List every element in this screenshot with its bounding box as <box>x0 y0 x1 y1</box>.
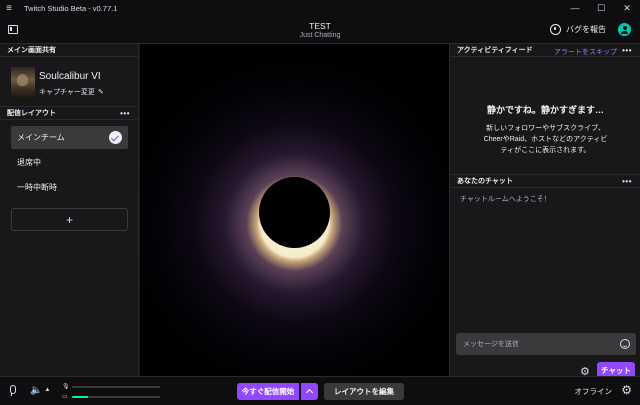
desktop-audio-icon: ▭ <box>62 394 68 400</box>
speaker-icon: 🔈 <box>30 385 43 396</box>
eclipse-image <box>259 177 330 248</box>
layout-title: 配信レイアウト <box>7 110 56 117</box>
bug-report-label: バグを報告 <box>566 25 606 34</box>
layout-item-paused[interactable]: 一時中断時 <box>11 176 128 199</box>
speaker-control[interactable]: 🔈 ▲ <box>30 385 50 396</box>
layout-item-label: 退席中 <box>17 158 41 167</box>
desktop-meter: ▭ <box>62 393 162 401</box>
desktop-meter-track <box>72 396 160 398</box>
stream-category: Just Chatting <box>299 32 341 39</box>
layout-more-icon[interactable]: ••• <box>120 109 130 118</box>
right-panel: アクティビティフィード アラートをスキップ ••• 静かですね。静かすぎます… … <box>449 44 640 379</box>
activity-more-icon[interactable]: ••• <box>622 46 632 55</box>
hamburger-menu-icon[interactable]: ≡ <box>0 0 18 16</box>
close-icon[interactable]: ✕ <box>614 0 640 16</box>
activity-feed: 静かですね。静かすぎます… 新しいフォロワーやサブスクライブ、 CheerやRa… <box>450 57 640 175</box>
mic-meter-track <box>72 386 160 388</box>
chat-title: あなたのチャット <box>457 178 513 185</box>
empty-feed-title: 静かですね。静かすぎます… <box>486 105 604 115</box>
audio-meters: 🎙 ▭ <box>62 382 162 402</box>
game-thumbnail <box>11 67 35 99</box>
plus-icon: + <box>65 212 73 227</box>
layout-item-main[interactable]: メインチーム <box>11 126 128 149</box>
pencil-icon: ✎ <box>97 89 104 96</box>
empty-feed-line: CheerやRaid、ホストなどのアクティビ <box>483 136 608 143</box>
change-capture-label: キャプチャー変更 <box>39 89 95 96</box>
settings-icon[interactable]: ⚙ <box>621 383 632 397</box>
layout-item-label: 一時中断時 <box>17 183 57 192</box>
activity-feed-header: アクティビティフィード アラートをスキップ ••• <box>450 44 640 57</box>
bug-report-button[interactable]: バグを報告 <box>550 24 606 35</box>
check-icon <box>109 131 122 144</box>
stream-header: TEST Just Chatting バグを報告 <box>0 16 640 44</box>
skip-alerts-link[interactable]: アラートをスキップ <box>554 47 617 57</box>
minimize-icon[interactable]: — <box>562 0 588 16</box>
chat-welcome-message: チャットルームへようこそ！ <box>460 196 551 203</box>
caret-up-icon: ▲ <box>44 387 51 393</box>
chat-panel: チャットルームへようこそ！ ⚙ チャット <box>450 188 640 388</box>
main-share-title: メイン画面共有 <box>7 47 56 54</box>
layout-list: メインチーム 退席中 一時中断時 + <box>0 120 138 231</box>
activity-feed-title: アクティビティフィード <box>457 47 533 54</box>
stream-status: オフライン <box>574 387 613 396</box>
user-avatar-icon[interactable] <box>618 23 631 36</box>
stream-info[interactable]: TEST Just Chatting <box>0 21 640 39</box>
title-bar: ≡ Twitch Studio Beta - v0.77.1 — ☐ ✕ <box>0 0 640 16</box>
edit-layout-button[interactable]: レイアウトを編集 <box>324 383 404 400</box>
go-live-button[interactable]: 今すぐ配信開始 <box>237 383 299 400</box>
layout-header: 配信レイアウト ••• <box>0 107 138 120</box>
chat-input[interactable] <box>456 333 616 355</box>
capture-source[interactable]: Soulcalibur VI キャプチャー変更 ✎ <box>0 57 138 107</box>
main-share-header: メイン画面共有 <box>0 44 138 57</box>
layout-item-label: メインチーム <box>17 133 65 142</box>
change-capture-link[interactable]: キャプチャー変更 ✎ <box>39 87 104 97</box>
stream-preview <box>140 44 449 376</box>
empty-feed-line: 新しいフォロワーやサブスクライブ、 <box>486 125 605 132</box>
game-name: Soulcalibur VI <box>39 71 101 82</box>
bug-report-icon <box>550 24 561 35</box>
chat-input-box <box>456 333 636 355</box>
desktop-meter-fill <box>72 396 88 398</box>
app-title: Twitch Studio Beta - v0.77.1 <box>24 3 118 13</box>
chat-header: あなたのチャット ••• <box>450 175 640 188</box>
window-controls: — ☐ ✕ <box>562 0 640 16</box>
go-live-options-icon[interactable] <box>301 383 318 400</box>
left-panel: メイン画面共有 Soulcalibur VI キャプチャー変更 ✎ 配信レイアウト… <box>0 44 139 376</box>
mic-small-icon: 🎙 <box>62 384 70 390</box>
empty-feed-description: 新しいフォロワーやサブスクライブ、 CheerやRaid、ホストなどのアクティビ… <box>450 123 640 156</box>
stream-title: TEST <box>309 21 331 31</box>
emoji-icon[interactable] <box>620 339 630 349</box>
microphone-icon[interactable] <box>8 385 16 397</box>
add-layout-button[interactable]: + <box>11 208 128 231</box>
layout-item-away[interactable]: 退席中 <box>11 151 128 174</box>
mic-meter: 🎙 <box>62 383 162 391</box>
chat-more-icon[interactable]: ••• <box>622 177 632 186</box>
bottom-bar: 🔈 ▲ 🎙 ▭ 今すぐ配信開始 レイアウトを編集 オフライン ⚙ <box>0 376 640 405</box>
empty-feed-line: ティがここに表示されます。 <box>500 147 591 154</box>
maximize-icon[interactable]: ☐ <box>588 0 614 16</box>
